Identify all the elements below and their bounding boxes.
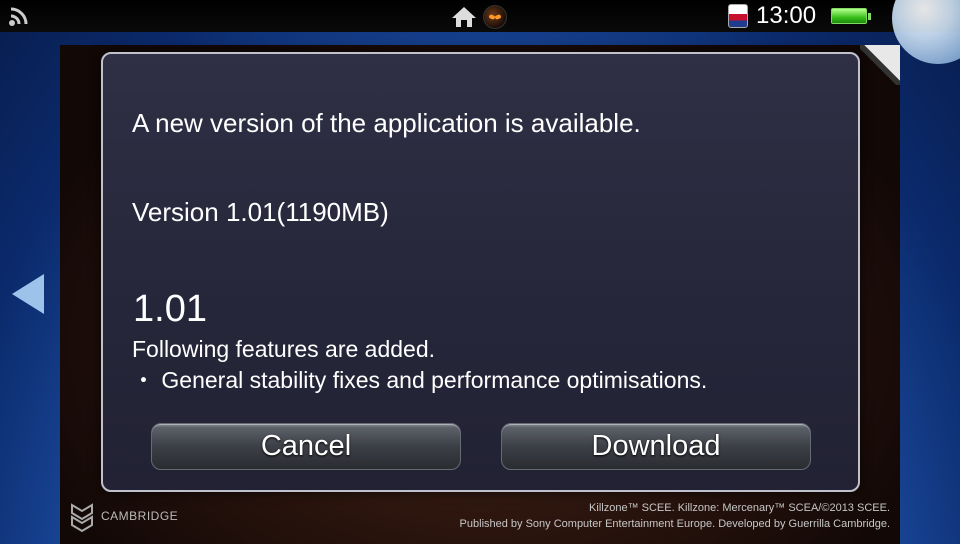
wifi-icon <box>9 7 28 26</box>
cancel-button[interactable]: Cancel <box>151 423 461 470</box>
page-peel-corner[interactable] <box>860 45 900 85</box>
home-icon[interactable] <box>451 6 477 28</box>
dialog-headline: A new version of the application is avai… <box>132 108 641 138</box>
bubble-decoration <box>892 0 960 64</box>
clock: 13:00 <box>756 2 817 29</box>
download-button[interactable]: Download <box>501 423 811 470</box>
status-bar: 13:00 <box>0 0 960 32</box>
live-area-footer: CAMBRIDGE Killzone™ SCEE. Killzone: Merc… <box>60 495 900 544</box>
app-icon[interactable] <box>483 5 507 29</box>
copyright-text: Killzone™ SCEE. Killzone: Mercenary™ SCE… <box>460 500 890 532</box>
notification-icon[interactable] <box>728 4 748 28</box>
version-number: 1.01 <box>133 288 207 330</box>
copyright-line: Published by Sony Computer Entertainment… <box>459 518 890 530</box>
update-dialog: A new version of the application is avai… <box>101 52 860 492</box>
brand-logo-icon <box>71 503 93 533</box>
version-line: Version 1.01(1190MB) <box>132 197 389 227</box>
battery-icon <box>831 8 871 24</box>
left-arrow-icon[interactable] <box>12 274 44 314</box>
release-notes: Following features are added. ・ General … <box>132 334 707 396</box>
notes-intro: Following features are added. <box>132 336 436 362</box>
copyright-line: Killzone™ SCEE. Killzone: Mercenary™ SCE… <box>589 502 890 514</box>
brand-text: CAMBRIDGE <box>101 509 179 523</box>
notes-item: ・ General stability fixes and performanc… <box>132 367 708 393</box>
